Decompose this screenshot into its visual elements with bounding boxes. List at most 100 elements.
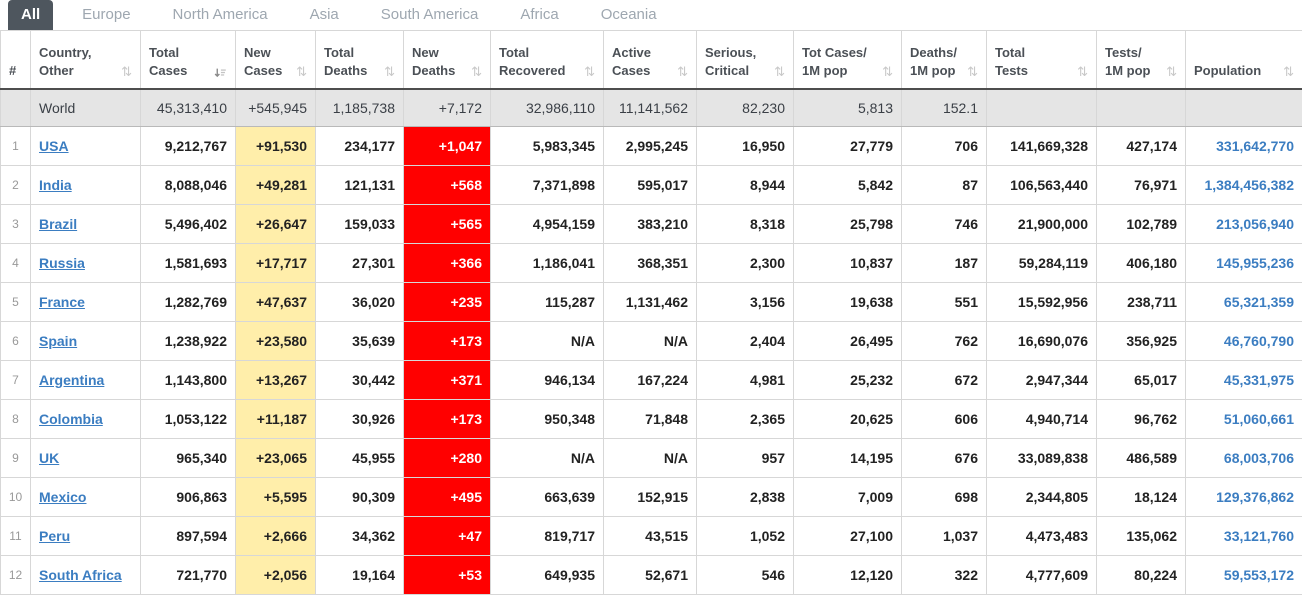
cell-population: 46,760,790	[1186, 321, 1302, 360]
tab-all[interactable]: All	[8, 0, 53, 30]
cell-total-tests: 141,669,328	[987, 126, 1097, 165]
cell-country: France	[31, 282, 141, 321]
cell-total-deaths: 159,033	[316, 204, 404, 243]
cell-active-cases: 11,141,562	[604, 89, 697, 127]
column-header-active-cases[interactable]: Active Cases ⇅	[604, 31, 697, 89]
cell-total-recovered: N/A	[491, 321, 604, 360]
column-header-tests-1m-pop[interactable]: Tests/ 1M pop ⇅	[1097, 31, 1186, 89]
sort-toggle-icon[interactable]: ⇅	[967, 66, 978, 80]
sort-toggle-icon[interactable]: ⇅	[471, 66, 482, 80]
column-header-deaths-1m-pop[interactable]: Deaths/ 1M pop⇅	[902, 31, 987, 89]
sort-toggle-icon[interactable]: ⇅	[882, 66, 893, 80]
cell-deaths-1m: 87	[902, 165, 987, 204]
cell-total-tests: 2,344,805	[987, 477, 1097, 516]
cell-active-cases: 383,210	[604, 204, 697, 243]
column-header-total-cases[interactable]: Total Cases	[141, 31, 236, 89]
sort-toggle-icon[interactable]: ⇅	[1077, 66, 1088, 80]
cell-total-deaths: 1,185,738	[316, 89, 404, 127]
cell-tests-1m: 18,124	[1097, 477, 1186, 516]
column-header-country-other[interactable]: Country, Other⇅	[31, 31, 141, 89]
country-link[interactable]: Colombia	[39, 411, 103, 427]
column-header-tot-cases-1m-pop[interactable]: Tot Cases/ 1M pop⇅	[794, 31, 902, 89]
cell-total-cases: 897,594	[141, 516, 236, 555]
column-header-new-deaths[interactable]: New Deaths⇅	[404, 31, 491, 89]
country-link[interactable]: Spain	[39, 333, 77, 349]
country-link[interactable]: India	[39, 177, 72, 193]
cell-tests-1m: 96,762	[1097, 399, 1186, 438]
tab-south-america[interactable]: South America	[368, 0, 492, 30]
cell-tot-cases-1m: 19,638	[794, 282, 902, 321]
cell-total-deaths: 234,177	[316, 126, 404, 165]
country-link[interactable]: Peru	[39, 528, 70, 544]
country-link[interactable]: South Africa	[39, 567, 122, 583]
cell-country: World	[31, 89, 141, 127]
cell-tot-cases-1m: 10,837	[794, 243, 902, 282]
cell-total-deaths: 35,639	[316, 321, 404, 360]
tab-north-america[interactable]: North America	[160, 0, 281, 30]
cell-serious-critical: 957	[697, 438, 794, 477]
cell-population	[1186, 89, 1302, 127]
country-link[interactable]: UK	[39, 450, 59, 466]
tab-asia[interactable]: Asia	[297, 0, 352, 30]
cell-tot-cases-1m: 5,813	[794, 89, 902, 127]
cell-total-tests: 59,284,119	[987, 243, 1097, 282]
sort-toggle-icon[interactable]: ⇅	[296, 66, 307, 80]
sort-toggle-icon[interactable]: ⇅	[677, 66, 688, 80]
cell-population: 65,321,359	[1186, 282, 1302, 321]
country-link[interactable]: Russia	[39, 255, 85, 271]
cell-serious-critical: 2,838	[697, 477, 794, 516]
cell-active-cases: 52,671	[604, 555, 697, 594]
column-header-new-cases[interactable]: New Cases⇅	[236, 31, 316, 89]
country-row: 11Peru897,594+2,66634,362+47819,71743,51…	[1, 516, 1302, 555]
cell-tot-cases-1m: 27,100	[794, 516, 902, 555]
column-header-total-tests[interactable]: Total Tests⇅	[987, 31, 1097, 89]
sort-toggle-icon[interactable]: ⇅	[584, 66, 595, 80]
column-label: Active Cases	[612, 44, 651, 80]
cell-new-cases: +5,595	[236, 477, 316, 516]
sort-toggle-icon[interactable]: ⇅	[121, 66, 132, 80]
cell-new-cases: +91,530	[236, 126, 316, 165]
column-label: Total Recovered	[499, 44, 565, 80]
cell-country: Mexico	[31, 477, 141, 516]
tab-africa[interactable]: Africa	[507, 0, 571, 30]
cell-tot-cases-1m: 5,842	[794, 165, 902, 204]
cell-active-cases: N/A	[604, 321, 697, 360]
cell-rank: 3	[1, 204, 31, 243]
cell-population: 68,003,706	[1186, 438, 1302, 477]
cell-serious-critical: 8,318	[697, 204, 794, 243]
tab-oceania[interactable]: Oceania	[588, 0, 670, 30]
cell-deaths-1m: 698	[902, 477, 987, 516]
cell-serious-critical: 4,981	[697, 360, 794, 399]
cell-total-recovered: 819,717	[491, 516, 604, 555]
cell-rank: 6	[1, 321, 31, 360]
column-label: Total Cases	[149, 44, 187, 80]
country-link[interactable]: Argentina	[39, 372, 104, 388]
column-header-population[interactable]: Population⇅	[1186, 31, 1302, 89]
sort-toggle-icon[interactable]: ⇅	[384, 66, 395, 80]
cell-rank: 12	[1, 555, 31, 594]
column-header-total-deaths[interactable]: Total Deaths⇅	[316, 31, 404, 89]
column-label: Tests/ 1M pop	[1105, 44, 1151, 80]
cell-total-cases: 9,212,767	[141, 126, 236, 165]
cell-serious-critical: 2,404	[697, 321, 794, 360]
sort-desc-active-icon[interactable]	[214, 67, 227, 80]
country-link[interactable]: France	[39, 294, 85, 310]
cell-tests-1m: 356,925	[1097, 321, 1186, 360]
cell-total-deaths: 36,020	[316, 282, 404, 321]
cell-total-tests: 33,089,838	[987, 438, 1097, 477]
tab-europe[interactable]: Europe	[69, 0, 143, 30]
country-link[interactable]: USA	[39, 138, 69, 154]
column-header-serious-critical[interactable]: Serious, Critical⇅	[697, 31, 794, 89]
country-link[interactable]: Brazil	[39, 216, 77, 232]
cell-new-cases: +545,945	[236, 89, 316, 127]
sort-toggle-icon[interactable]: ⇅	[774, 66, 785, 80]
column-header-total-recovered[interactable]: Total Recovered ⇅	[491, 31, 604, 89]
country-link[interactable]: Mexico	[39, 489, 86, 505]
cell-tests-1m: 427,174	[1097, 126, 1186, 165]
cell-new-cases: +23,065	[236, 438, 316, 477]
sort-toggle-icon[interactable]: ⇅	[1283, 66, 1294, 80]
country-row: 10Mexico906,863+5,59590,309+495663,63915…	[1, 477, 1302, 516]
sort-toggle-icon[interactable]: ⇅	[1166, 66, 1177, 80]
cell-total-cases: 1,053,122	[141, 399, 236, 438]
country-row: 9UK965,340+23,06545,955+280N/AN/A95714,1…	[1, 438, 1302, 477]
